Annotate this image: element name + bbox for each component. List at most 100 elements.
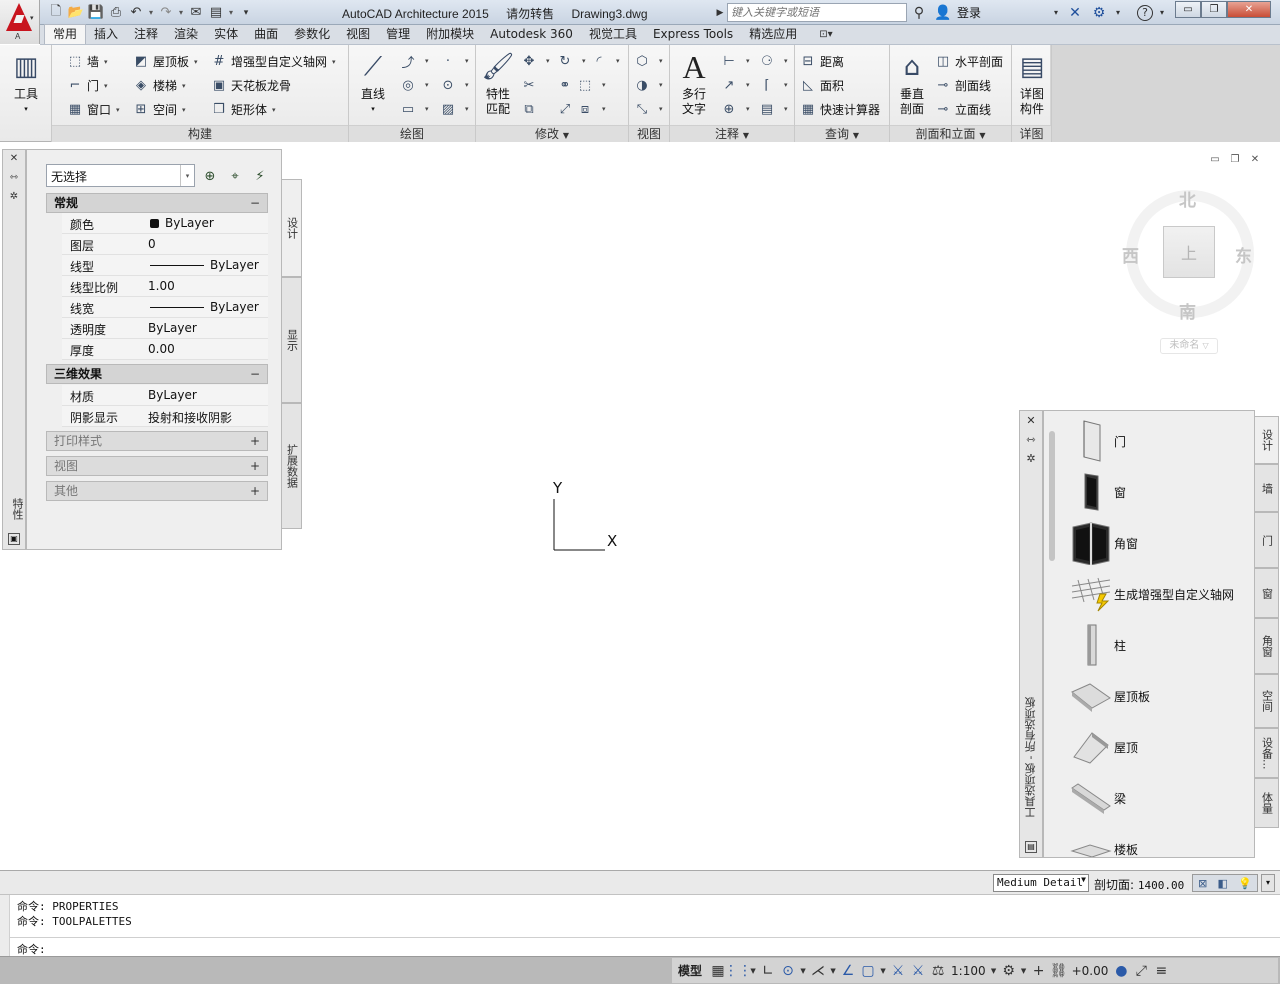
annotation-visibility-icon[interactable]: ⚔	[888, 960, 908, 982]
viewport-close-icon[interactable]: ✕	[1247, 154, 1263, 166]
panel-query-title[interactable]: 查询 ▼	[795, 125, 889, 142]
area-button[interactable]: ◺ 面积	[799, 77, 844, 94]
vertical-section-button[interactable]: ⌂ 垂直 剖面	[894, 51, 930, 117]
tab-design[interactable]: 设计	[282, 179, 302, 277]
view-box-button[interactable]: ⬡ ▾	[633, 53, 662, 69]
keynote-button[interactable]: ⚆ ▾	[758, 53, 787, 69]
open-icon[interactable]: 📂	[66, 4, 86, 22]
tool-corner-window[interactable]: 角窗	[1068, 519, 1254, 567]
space-button[interactable]: ⊞ 空间 ▾	[132, 101, 186, 118]
viewport-restore-icon[interactable]: ❐	[1227, 154, 1243, 166]
tool-enhanced-grid[interactable]: 生成增强型自定义轴网	[1068, 570, 1254, 618]
view-zoom-button[interactable]: ⤡ ▾	[633, 101, 663, 117]
tab-surface[interactable]: 曲面	[246, 25, 286, 44]
palette-autohide-icon[interactable]: ⇿	[3, 172, 25, 188]
wall-button[interactable]: ⬚ 墙 ▾	[66, 53, 108, 70]
stretch-button[interactable]: ⤢	[556, 101, 577, 117]
compass-east[interactable]: 东	[1235, 242, 1252, 267]
login-dropdown-icon[interactable]: ▾	[1051, 8, 1061, 17]
snap-mode-icon[interactable]: ⋮⋮	[724, 960, 752, 982]
view-orbit-button[interactable]: ◑ ▾	[633, 77, 662, 93]
tool-palette-close-icon[interactable]: ✕	[1020, 414, 1042, 430]
close-button[interactable]: ✕	[1227, 1, 1271, 18]
object-snap-dropdown-icon[interactable]: ▼	[878, 960, 888, 982]
help-icon[interactable]: ?	[1137, 4, 1154, 21]
section-view-toggle[interactable]: +	[250, 457, 260, 475]
undo-icon[interactable]: ↶	[126, 4, 146, 22]
quick-select-icon[interactable]: ⚡	[251, 167, 269, 185]
viewcube-top-face[interactable]: 上	[1163, 226, 1215, 278]
model-space-button[interactable]: 模型	[672, 960, 708, 982]
compass-north[interactable]: 北	[1179, 186, 1196, 211]
mtext-button[interactable]: A 多行 文字	[674, 51, 714, 117]
cut-plane-readout[interactable]: 剖切面: 1400.00	[1094, 876, 1184, 893]
viewport-minimize-icon[interactable]: ▭	[1207, 154, 1223, 166]
annotation-scale-icon[interactable]: ⚖	[928, 960, 948, 982]
prop-row-layer[interactable]: 图层 0	[62, 234, 268, 255]
auto-scale-icon[interactable]: ⚔	[908, 960, 928, 982]
display-configuration-dropdown[interactable]: Medium Detail ▼	[993, 874, 1089, 892]
search-expand-icon[interactable]: ▶	[714, 3, 726, 22]
distance-button[interactable]: ⊟ 距离	[799, 53, 844, 70]
print-icon[interactable]: ⎙	[106, 4, 126, 22]
rotate-button[interactable]: ↻ ▾	[556, 53, 586, 69]
command-input[interactable]: 命令:	[10, 937, 1280, 957]
section-line-button[interactable]: ⊸ 剖面线	[934, 77, 991, 94]
window-button[interactable]: ▦ 窗口 ▾	[66, 101, 120, 118]
compass-west[interactable]: 西	[1122, 242, 1139, 267]
workspace-switch-icon[interactable]: ⚙	[999, 960, 1019, 982]
tool-window[interactable]: 窗	[1068, 468, 1254, 516]
palette-menu-icon[interactable]: ▣	[8, 533, 20, 545]
ceiling-grid-button[interactable]: ▣ 天花板龙骨	[210, 77, 291, 94]
elevation-line-button[interactable]: ⊸ 立面线	[934, 101, 991, 118]
a360-icon[interactable]: ⚙	[1089, 5, 1109, 21]
tool-palette-title-strip[interactable]: ✕ ⇿ ✲ 工具选项板 - 所有选项板 ▤	[1019, 410, 1043, 858]
section-general[interactable]: 常规 −	[46, 193, 268, 213]
prop-row-shadow[interactable]: 阴影显示 投射和接收阴影	[62, 406, 268, 427]
clean-screen-icon[interactable]: ⤢	[1131, 960, 1151, 982]
offset-button[interactable]: ⧈ ▾	[576, 101, 606, 117]
dimension-button[interactable]: ⊢ ▾	[720, 53, 749, 69]
isodraft-dropdown-icon[interactable]: ▼	[828, 960, 838, 982]
palette-close-icon[interactable]: ✕	[3, 153, 25, 169]
scale-button[interactable]: ⬚ ▾	[576, 77, 606, 93]
tab-featured-apps[interactable]: 精选应用	[741, 25, 805, 44]
login-link[interactable]: 登录	[957, 4, 981, 21]
tool-beam[interactable]: 梁	[1068, 774, 1254, 822]
hatch-button[interactable]: ▨ ▾	[439, 101, 469, 117]
tab-addins[interactable]: 附加模块	[418, 25, 482, 44]
ribbon-minimize-icon[interactable]: ⊡▾	[819, 25, 832, 44]
user-icon[interactable]: 👤	[933, 5, 953, 21]
tool-door[interactable]: 门	[1068, 417, 1254, 465]
isodraft-icon[interactable]: ⋌	[808, 960, 828, 982]
tab-parametric[interactable]: 参数化	[286, 25, 338, 44]
tool-palette-scrollbar[interactable]	[1049, 431, 1055, 561]
redo-dropdown-icon[interactable]: ▾	[176, 8, 186, 17]
help-dropdown-icon[interactable]: ▾	[1157, 8, 1167, 17]
prop-row-linetype-scale[interactable]: 线型比例 1.00	[62, 276, 268, 297]
polar-dropdown-icon[interactable]: ▼	[798, 960, 808, 982]
share-icon[interactable]: ✉	[186, 4, 206, 22]
prop-row-transparency[interactable]: 透明度 ByLayer	[62, 318, 268, 339]
viewcube[interactable]: 北 南 东 西 上 未命名 ▽	[1115, 180, 1265, 360]
section-misc[interactable]: 其他 +	[46, 481, 268, 501]
move-button[interactable]: ✥ ▾	[520, 53, 550, 69]
tool-palette-settings-icon[interactable]: ✲	[1020, 452, 1042, 468]
trim-button[interactable]: ✂	[520, 77, 541, 93]
box-button[interactable]: ❒ 矩形体 ▾	[210, 101, 275, 118]
command-line-grip[interactable]	[0, 895, 10, 957]
tab-view[interactable]: 视图	[338, 25, 378, 44]
minimize-button[interactable]: ▭	[1175, 1, 1201, 18]
rectangle-button[interactable]: ▭ ▾	[399, 101, 429, 117]
tab-extended-data[interactable]: 扩展数据	[282, 403, 302, 529]
tab-home[interactable]: 常用	[44, 24, 87, 44]
tp-tab-space[interactable]: 空间	[1255, 674, 1279, 728]
snap-dropdown-icon[interactable]: ▼	[748, 960, 758, 982]
selection-dropdown[interactable]: 无选择 ▾	[46, 164, 195, 187]
search-input[interactable]	[727, 3, 907, 22]
ellipse-button[interactable]: ⊙ ▾	[439, 77, 469, 93]
fillet-button[interactable]: ◜ ▾	[590, 53, 619, 69]
workspace-switch-dropdown-icon[interactable]: ▼	[1019, 960, 1029, 982]
section-3d-effects[interactable]: 三维效果 −	[46, 364, 268, 384]
horizontal-section-button[interactable]: ◫ 水平剖面	[934, 53, 1003, 70]
